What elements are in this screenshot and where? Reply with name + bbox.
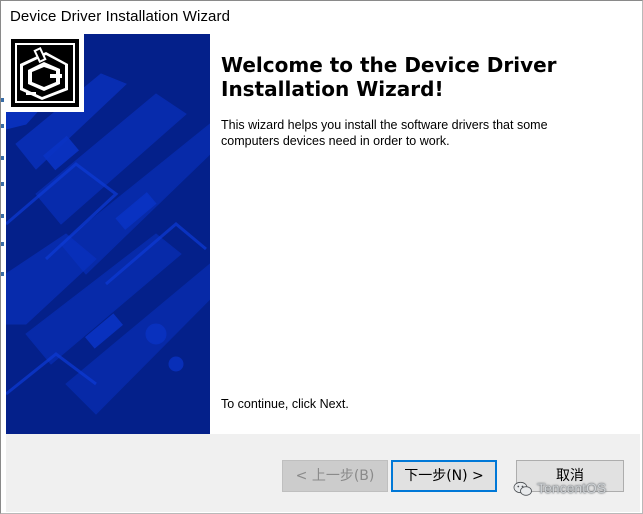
edge-mark [1,242,4,246]
edge-mark [1,214,4,218]
edge-mark [1,124,4,128]
wechat-icon [513,481,532,496]
edge-mark [1,98,4,102]
wizard-banner [6,34,210,434]
continue-instruction: To continue, click Next. [221,397,349,411]
window-title: Device Driver Installation Wizard [10,8,231,25]
edge-mark [1,156,4,160]
watermark-text: TencentOS [537,480,607,496]
edge-mark [1,182,4,186]
wizard-description: This wizard helps you install the softwa… [221,118,548,148]
hardware-install-icon [6,34,84,112]
wizard-window: Device Driver Installation Wizard Welcom… [0,0,643,514]
page-title: Welcome to the Device Driver Installatio… [221,53,557,101]
title-bar[interactable]: Device Driver Installation Wizard [1,1,642,32]
next-button[interactable]: 下一步(N) > [391,460,497,492]
wizard-content: Welcome to the Device Driver Installatio… [210,34,640,434]
edge-mark [1,272,4,276]
back-button[interactable]: < 上一步(B) [282,460,388,492]
button-bar: < 上一步(B) 下一步(N) > 取消 [6,434,640,512]
